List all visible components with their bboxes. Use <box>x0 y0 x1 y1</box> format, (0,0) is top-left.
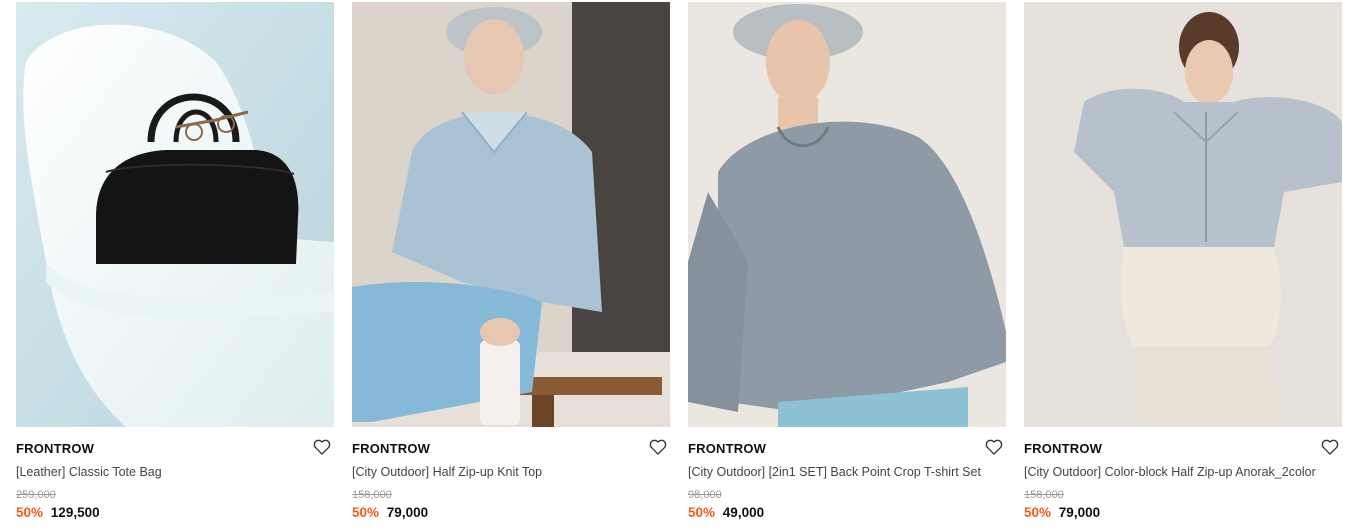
heart-outline-icon[interactable] <box>984 437 1004 457</box>
original-price: 98,000 <box>688 489 722 501</box>
product-card[interactable]: FRONTROW [City Outdoor] Color-block Half… <box>1024 2 1342 527</box>
product-meta: FRONTROW [City Outdoor] Half Zip-up Knit… <box>352 427 670 527</box>
product-title[interactable]: [City Outdoor] Half Zip-up Knit Top <box>352 465 542 479</box>
product-title[interactable]: [City Outdoor] [2in1 SET] Back Point Cro… <box>688 465 981 479</box>
sale-price: 49,000 <box>722 505 765 520</box>
product-meta: FRONTROW [City Outdoor] Color-block Half… <box>1024 427 1342 527</box>
original-price: 158,000 <box>1024 489 1064 501</box>
sale-price: 129,500 <box>50 505 100 520</box>
heart-outline-icon[interactable] <box>648 437 668 457</box>
product-card[interactable]: FRONTROW [Leather] Classic Tote Bag 259,… <box>16 2 334 527</box>
heart-outline-icon[interactable] <box>312 437 332 457</box>
price-row: 50% 79,000 <box>352 505 428 520</box>
product-meta: FRONTROW [City Outdoor] [2in1 SET] Back … <box>688 427 1006 527</box>
price-row: 50% 79,000 <box>1024 505 1100 520</box>
product-image[interactable] <box>688 2 1006 427</box>
discount-rate: 50% <box>688 505 716 520</box>
product-photo-crop-tshirt <box>688 2 1006 427</box>
price-row: 50% 49,000 <box>688 505 764 520</box>
brand-name[interactable]: FRONTROW <box>688 441 766 456</box>
product-image[interactable] <box>352 2 670 427</box>
sale-price: 79,000 <box>386 505 429 520</box>
discount-rate: 50% <box>1024 505 1052 520</box>
brand-name[interactable]: FRONTROW <box>1024 441 1102 456</box>
product-photo-tote-bag <box>16 2 334 427</box>
sale-price: 79,000 <box>1058 505 1101 520</box>
product-title[interactable]: [City Outdoor] Color-block Half Zip-up A… <box>1024 465 1316 479</box>
brand-name[interactable]: FRONTROW <box>16 441 94 456</box>
price-row: 50% 129,500 <box>16 505 100 520</box>
product-meta: FRONTROW [Leather] Classic Tote Bag 259,… <box>16 427 334 527</box>
product-photo-knit-top <box>352 2 670 427</box>
product-image[interactable] <box>16 2 334 427</box>
heart-outline-icon[interactable] <box>1320 437 1340 457</box>
discount-rate: 50% <box>16 505 44 520</box>
product-grid: FRONTROW [Leather] Classic Tote Bag 259,… <box>0 0 1351 531</box>
product-card[interactable]: FRONTROW [City Outdoor] [2in1 SET] Back … <box>688 2 1006 527</box>
original-price: 158,000 <box>352 489 392 501</box>
brand-name[interactable]: FRONTROW <box>352 441 430 456</box>
product-photo-anorak <box>1024 2 1342 427</box>
original-price: 259,000 <box>16 489 56 501</box>
product-image[interactable] <box>1024 2 1342 427</box>
discount-rate: 50% <box>352 505 380 520</box>
product-title[interactable]: [Leather] Classic Tote Bag <box>16 465 162 479</box>
product-card[interactable]: FRONTROW [City Outdoor] Half Zip-up Knit… <box>352 2 670 527</box>
